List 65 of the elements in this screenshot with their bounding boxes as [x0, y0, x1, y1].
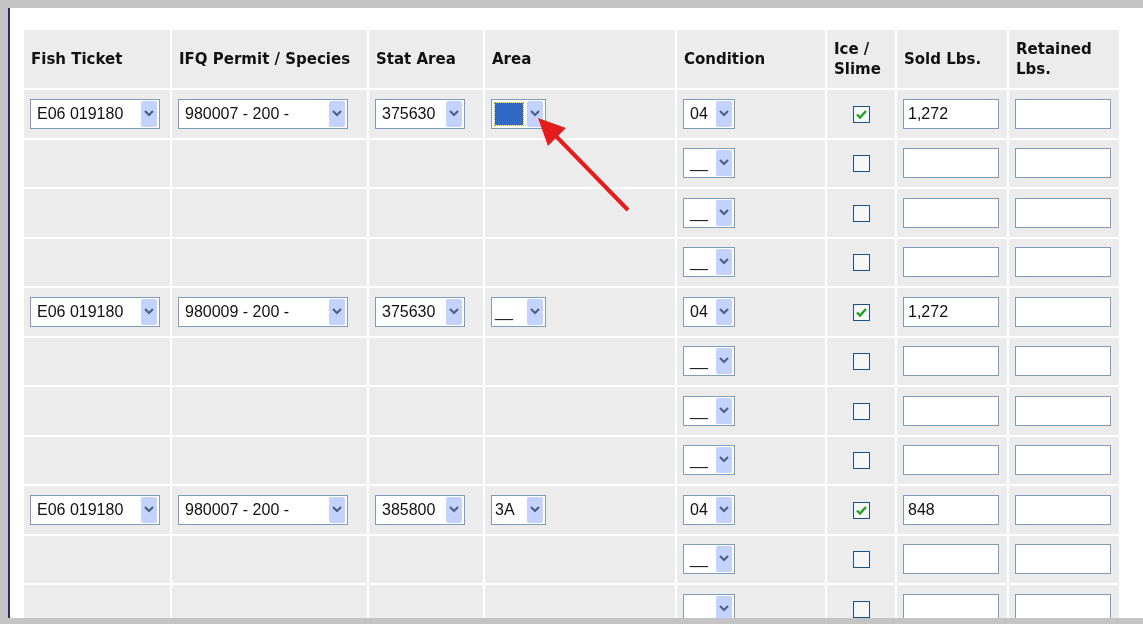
dropdown[interactable]: __ — [683, 395, 735, 426]
input-field[interactable] — [903, 593, 999, 618]
input-field[interactable]: 848 — [903, 494, 999, 525]
dropdown[interactable]: 04 — [683, 494, 735, 525]
input-field[interactable] — [1015, 98, 1111, 129]
input-field[interactable] — [1015, 346, 1111, 377]
input-field[interactable] — [1015, 148, 1111, 179]
input-field[interactable]: 1,272 — [903, 296, 999, 327]
input-field[interactable] — [1015, 544, 1111, 575]
dropdown[interactable]: 980007 - 200 - — [178, 494, 348, 525]
input-field[interactable] — [903, 445, 999, 476]
checkbox[interactable] — [852, 551, 870, 569]
input-field[interactable] — [1015, 296, 1111, 327]
dropdown[interactable]: __ — [683, 544, 735, 575]
input-field[interactable] — [1015, 395, 1111, 426]
input-field[interactable] — [903, 346, 999, 377]
input-field[interactable] — [1015, 593, 1111, 618]
column-header: Area — [492, 49, 532, 68]
dropdown[interactable]: 375630 — [375, 296, 465, 327]
checkbox[interactable] — [852, 353, 870, 371]
column-header: Ice / Slime — [834, 39, 881, 78]
input-field[interactable] — [1015, 247, 1111, 278]
checkbox[interactable] — [852, 254, 870, 272]
dropdown[interactable] — [683, 593, 735, 618]
dropdown[interactable]: 980007 - 200 - — [178, 98, 348, 129]
checkbox[interactable] — [852, 402, 870, 420]
checkbox[interactable] — [852, 303, 870, 321]
column-header: Stat Area — [376, 49, 456, 68]
input-field[interactable] — [1015, 494, 1111, 525]
checkbox[interactable] — [852, 501, 870, 519]
checkbox[interactable] — [852, 105, 870, 123]
dropdown[interactable]: __ — [683, 346, 735, 377]
dropdown[interactable]: 3A — [491, 494, 546, 525]
input-field[interactable] — [903, 395, 999, 426]
checkbox[interactable] — [852, 600, 870, 618]
dropdown[interactable]: 04 — [683, 296, 735, 327]
dropdown[interactable]: E06 019180 — [30, 98, 160, 129]
dropdown[interactable]: 375630 — [375, 98, 465, 129]
input-field[interactable]: 1,272 — [903, 98, 999, 129]
input-field[interactable] — [1015, 197, 1111, 228]
dropdown[interactable]: E06 019180 — [30, 494, 160, 525]
dropdown[interactable]: __ — [683, 247, 735, 278]
checkbox[interactable] — [852, 452, 870, 470]
dropdown[interactable]: __ — [683, 197, 735, 228]
column-header: Fish Ticket — [31, 49, 123, 68]
column-header: Condition — [684, 49, 766, 68]
dropdown[interactable]: E06 019180 — [30, 296, 160, 327]
dropdown[interactable]: __ — [683, 148, 735, 179]
checkbox[interactable] — [852, 155, 870, 173]
dropdown[interactable]: __ — [683, 445, 735, 476]
dropdown[interactable]: 04 — [683, 98, 735, 129]
input-field[interactable] — [1015, 445, 1111, 476]
dropdown-arrow-icon — [716, 595, 732, 618]
input-field[interactable] — [903, 148, 999, 179]
dropdown[interactable] — [491, 98, 546, 129]
dropdown[interactable]: 385800 — [375, 494, 465, 525]
dropdown[interactable]: __ — [491, 296, 546, 327]
input-field[interactable] — [903, 197, 999, 228]
input-field[interactable] — [903, 247, 999, 278]
column-header: Sold Lbs. — [904, 49, 982, 68]
input-field[interactable] — [903, 544, 999, 575]
checkbox[interactable] — [852, 204, 870, 222]
column-header: Retained Lbs. — [1016, 39, 1092, 78]
column-header: IFQ Permit / Species — [179, 49, 351, 68]
dropdown[interactable]: 980009 - 200 - — [178, 296, 348, 327]
